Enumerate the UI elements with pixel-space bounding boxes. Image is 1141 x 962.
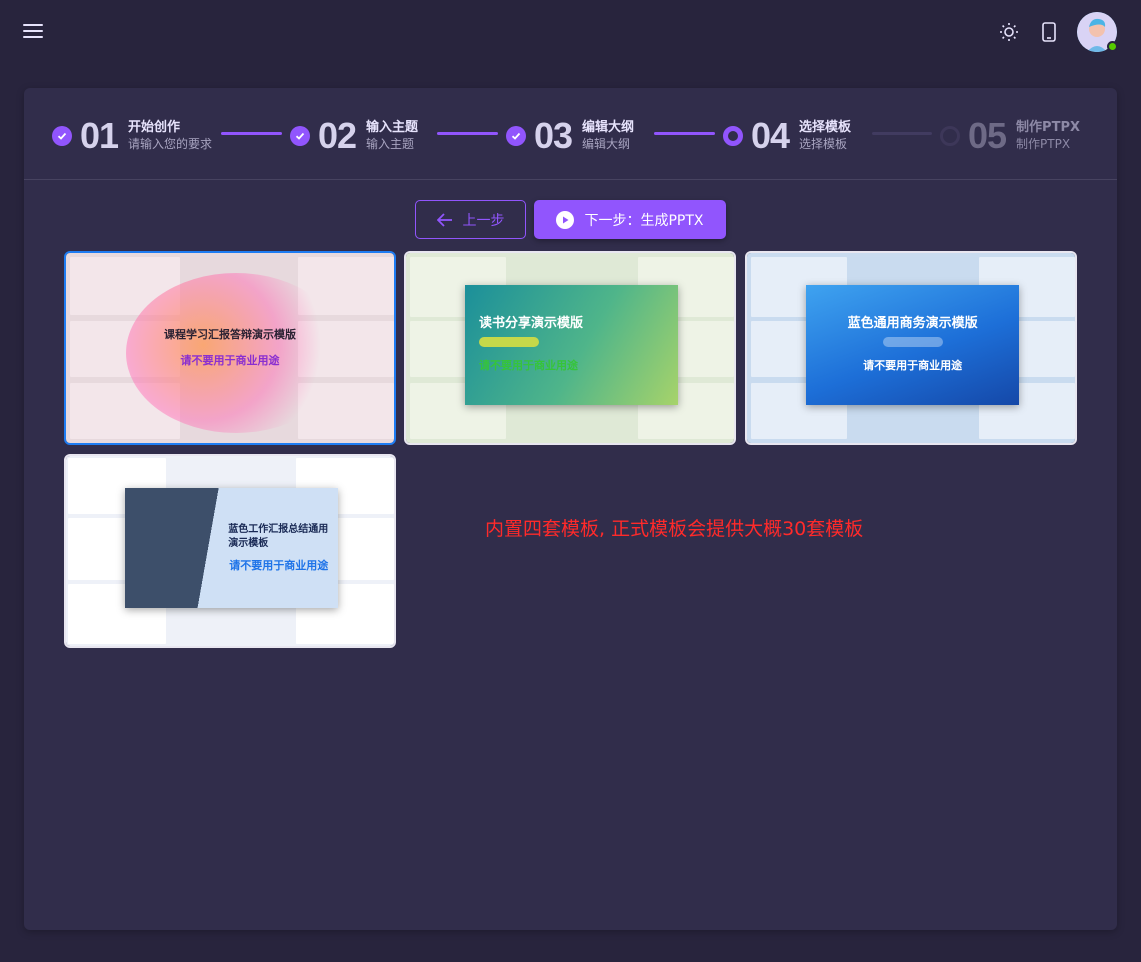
check-circle-icon [290,126,310,146]
step-subtitle: 编辑大纲 [582,137,631,151]
step-title: 制作PTPX [1016,120,1080,135]
prev-step-label: 上一步 [462,212,505,229]
template-subtitle: 请不要用于商业用途 [229,559,329,573]
sun-icon[interactable] [996,19,1022,45]
step-connector [221,132,282,135]
check-circle-icon [506,126,526,146]
step-title: 编辑大纲 [582,120,635,135]
step-number: 04 [751,115,790,156]
play-circle-icon [556,210,575,229]
empty-circle-icon [940,126,960,146]
template-title: 读书分享演示模版 [479,316,584,332]
step-title: 输入主题 [366,120,419,135]
template-cover: 读书分享演示模版 请不要用于商业用途 [465,285,679,405]
stepper: 01 开始创作 请输入您的要求 02 输入主题 输入主题 03 编辑大纲 编辑大纲 0… [24,88,1117,180]
template-card-4[interactable]: 蓝色工作汇报总结通用演示模板 请不要用于商业用途 [64,454,396,648]
phone-icon[interactable] [1036,19,1062,45]
template-subtitle: 请不要用于商业用途 [479,359,579,373]
arrow-left-icon [436,212,452,227]
menu-icon[interactable] [20,18,46,44]
step-connector [872,132,932,135]
step-4: 04 选择模板 选择模板 [723,115,852,156]
template-card-2[interactable]: 读书分享演示模版 请不要用于商业用途 [404,251,736,445]
step-connector [437,132,498,135]
step-subtitle: 制作PTPX [1016,137,1071,151]
template-card-1[interactable]: 课程学习汇报答辩演示模版 请不要用于商业用途 [64,251,396,445]
step-2: 02 输入主题 输入主题 [290,115,419,156]
template-cover: 蓝色通用商务演示模版 请不要用于商业用途 [806,285,1020,405]
step-number: 05 [968,115,1007,156]
prev-step-button[interactable]: 上一步 [415,200,526,239]
next-step-button[interactable]: 下一步：生成PPTX [534,200,726,239]
step-5: 05 制作PTPX 制作PTPX [940,115,1080,156]
step-subtitle: 选择模板 [799,137,848,151]
template-pill [479,337,540,348]
template-subtitle: 请不要用于商业用途 [863,359,963,373]
avatar[interactable] [1077,12,1118,52]
template-title: 蓝色工作汇报总结通用演示模板 [228,524,329,550]
step-subtitle: 请输入您的要求 [128,137,213,151]
template-cover: 蓝色工作汇报总结通用演示模板 请不要用于商业用途 [125,488,339,608]
step-number: 01 [80,115,119,156]
step-connector [654,132,715,135]
step-subtitle: 输入主题 [366,137,415,151]
template-title: 蓝色通用商务演示模版 [847,316,978,332]
template-pill [882,337,943,348]
template-title: 课程学习汇报答辩演示模版 [164,327,296,341]
main-card: 01 开始创作 请输入您的要求 02 输入主题 输入主题 03 编辑大纲 编辑大纲 0… [24,88,1117,930]
step-title: 选择模板 [799,120,852,135]
step-3: 03 编辑大纲 编辑大纲 [506,115,635,156]
template-card-3[interactable]: 蓝色通用商务演示模版 请不要用于商业用途 [745,251,1077,445]
template-subtitle: 请不要用于商业用途 [180,353,280,367]
next-step-label: 下一步：生成PPTX [584,212,704,229]
step-title: 开始创作 [128,120,181,135]
step-number: 03 [534,115,573,156]
radio-circle-icon [723,126,743,146]
template-notice: 内置四套模板, 正式模板会提供大概30套模板 [485,518,864,540]
top-bar [0,0,1141,64]
step-number: 02 [318,115,357,156]
template-cover: 课程学习汇报答辩演示模版 请不要用于商业用途 [148,287,312,409]
check-circle-icon [52,126,72,146]
step-1: 01 开始创作请输入您的要求 [52,115,213,156]
online-status-dot [1107,41,1118,52]
